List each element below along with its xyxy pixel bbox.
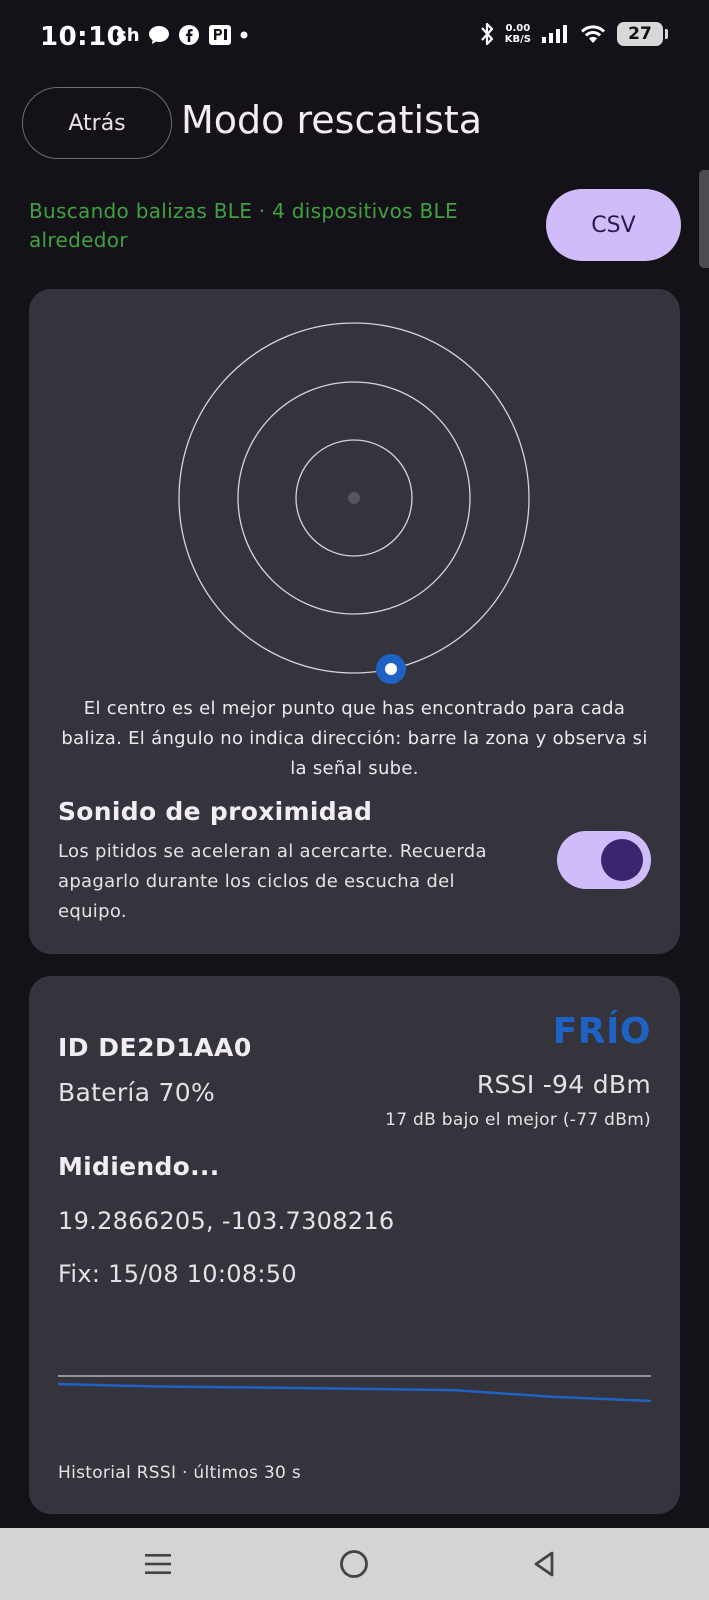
page-title: Modo rescatista	[181, 98, 483, 142]
status-bar: 10:10 sh 0.00 KB/S 27	[0, 0, 709, 78]
sound-setting-description: Los pitidos se aceleran al acercarte. Re…	[58, 841, 487, 922]
sh-app-icon: sh	[116, 24, 140, 46]
scrollbar[interactable]	[699, 170, 709, 268]
radar-caption: El centro es el mejor punto que has enco…	[61, 698, 648, 779]
beacon-card[interactable]: ID DE2D1AA0 FRÍO Batería 70% RSSI -94 dB…	[29, 976, 680, 1514]
scan-status: Buscando balizas BLE · 4 dispositivos BL…	[29, 199, 458, 252]
radar-view	[178, 322, 530, 684]
recents-button[interactable]	[113, 1528, 203, 1600]
sound-setting-title: Sonido de proximidad	[58, 797, 373, 826]
rssi-history-label: Historial RSSI · últimos 30 s	[58, 1463, 302, 1483]
nav-back-button[interactable]	[500, 1528, 590, 1600]
battery-indicator: 27	[617, 22, 668, 46]
notification-icons: sh	[116, 24, 248, 46]
chat-icon	[148, 26, 169, 44]
rssi-history-chart	[57, 1375, 652, 1403]
toggle-knob	[601, 839, 643, 881]
back-button[interactable]: Atrás	[22, 87, 172, 159]
navigation-bar	[0, 1528, 709, 1600]
facebook-icon	[178, 25, 199, 45]
radar-card: El centro es el mejor punto que has enco…	[29, 289, 680, 954]
wifi-icon	[580, 25, 606, 43]
parking-icon	[208, 25, 231, 45]
home-button[interactable]	[309, 1528, 399, 1600]
network-speed: 0.00 KB/S	[504, 23, 531, 45]
signal-icon	[542, 25, 567, 43]
proximity-sound-toggle[interactable]	[557, 831, 651, 889]
beacon-marker[interactable]	[376, 654, 406, 684]
system-indicators: 0.00 KB/S 27	[479, 22, 668, 46]
menu-icon	[145, 1554, 171, 1574]
clock: 10:10	[40, 22, 126, 52]
rssi-series-line	[57, 1382, 652, 1403]
bluetooth-icon	[480, 22, 493, 46]
csv-export-button[interactable]: CSV	[546, 189, 681, 261]
radar-center	[348, 492, 360, 504]
dot-icon	[240, 31, 248, 39]
back-icon	[534, 1551, 554, 1577]
home-icon	[340, 1550, 368, 1578]
